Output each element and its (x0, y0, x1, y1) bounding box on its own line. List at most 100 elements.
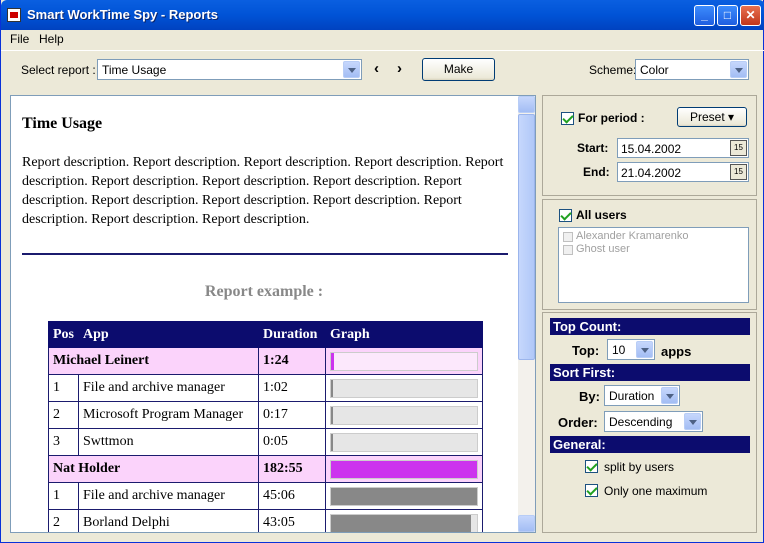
graph-cell (325, 374, 483, 402)
title-bar[interactable]: Smart WorkTime Spy - Reports _ □ ✕ (1, 0, 764, 30)
calendar-icon[interactable]: 15 (730, 164, 747, 180)
sort-by-value: Duration (609, 389, 655, 403)
graph-bar-fill (331, 379, 333, 397)
for-period-label: For period : (578, 111, 645, 125)
graph-cell (325, 455, 483, 483)
divider (22, 253, 508, 255)
scheme-select-value: Color (640, 63, 669, 77)
table-row: 1 File and archive manager 1:02 (48, 374, 483, 402)
top-label: Top: (572, 343, 600, 358)
duration-cell: 0:05 (258, 428, 326, 456)
user-checkbox (563, 245, 573, 255)
column-header: Pos (48, 321, 79, 348)
general-header: General: (550, 436, 750, 453)
top-count-value: 10 (612, 343, 626, 357)
chevron-down-icon[interactable] (684, 413, 701, 430)
column-header: Graph (325, 321, 483, 348)
vertical-scrollbar[interactable] (518, 96, 535, 532)
graph-cell (325, 347, 483, 375)
only-one-maximum-checkbox[interactable] (585, 484, 598, 497)
split-by-users-checkbox[interactable] (585, 460, 598, 473)
select-report-label: Select report : (21, 63, 96, 77)
graph-bar (330, 459, 478, 479)
chevron-down-icon: ▾ (728, 110, 735, 124)
user-row: Michael Leinert 1:24 (48, 347, 483, 375)
table-row: 1 File and archive manager 45:06 (48, 482, 483, 510)
next-report-button[interactable]: › (397, 60, 402, 77)
graph-bar-fill (331, 433, 333, 451)
app-cell: File and archive manager (78, 482, 259, 510)
graph-cell (325, 509, 483, 532)
sort-order-select[interactable]: Descending (604, 411, 703, 432)
chevron-down-icon[interactable] (661, 387, 678, 404)
user-row: Nat Holder 182:55 (48, 455, 483, 483)
chevron-down-icon[interactable] (343, 61, 360, 78)
app-cell: File and archive manager (78, 374, 259, 402)
column-header: Duration (258, 321, 326, 348)
report-select[interactable]: Time Usage (97, 59, 362, 80)
by-label: By: (579, 389, 600, 404)
graph-bar (330, 351, 478, 371)
duration-cell: 1:24 (258, 347, 326, 375)
sort-by-select[interactable]: Duration (604, 385, 680, 406)
split-by-users-label: split by users (604, 460, 675, 474)
user-item: Alexander Kramarenko (576, 230, 689, 242)
graph-bar-fill (331, 352, 334, 370)
menu-file[interactable]: File (10, 32, 29, 46)
sort-first-header: Sort First: (550, 364, 750, 381)
pos-cell: 2 (48, 509, 79, 532)
top-count-select[interactable]: 10 (607, 339, 655, 360)
graph-bar (330, 432, 478, 452)
duration-cell: 1:02 (258, 374, 326, 402)
duration-cell: 45:06 (258, 482, 326, 510)
period-group: For period : Preset ▾ Start: 15.04.2002 … (542, 95, 757, 196)
maximize-icon[interactable]: □ (717, 5, 738, 26)
table-row: 3 Swttmon 0:05 (48, 428, 483, 456)
end-label: End: (583, 165, 610, 179)
calendar-icon[interactable]: 15 (730, 140, 747, 156)
user-item: Ghost user (576, 243, 630, 255)
graph-bar-fill (331, 406, 333, 424)
chevron-down-icon[interactable] (730, 61, 747, 78)
report-title: Time Usage (22, 115, 103, 132)
app-icon (7, 8, 21, 22)
report-table: Pos App Duration Graph Michael Leinert 1:… (48, 321, 483, 532)
make-button[interactable]: Make (422, 58, 495, 81)
pos-cell: 1 (48, 482, 79, 510)
graph-cell (325, 428, 483, 456)
only-one-maximum-label: Only one maximum (604, 484, 708, 498)
toolbar: Select report : Time Usage ‹ › Make Sche… (1, 50, 764, 88)
scroll-down-icon[interactable] (518, 515, 535, 532)
minimize-icon[interactable]: _ (694, 5, 715, 26)
report-preview: Time Usage Report description. Report de… (10, 95, 536, 533)
chevron-down-icon[interactable] (636, 341, 653, 358)
end-date-field[interactable]: 21.04.2002 15 (617, 162, 749, 182)
user-name-cell: Nat Holder (48, 455, 259, 483)
user-name-cell: Michael Leinert (48, 347, 259, 375)
scheme-select[interactable]: Color (635, 59, 749, 80)
duration-cell: 43:05 (258, 509, 326, 532)
prev-report-button[interactable]: ‹ (374, 60, 379, 77)
menu-help[interactable]: Help (39, 32, 64, 46)
end-date-value: 21.04.2002 (621, 166, 682, 180)
table-header-row: Pos App Duration Graph (48, 321, 483, 348)
scroll-up-icon[interactable] (518, 96, 535, 113)
graph-bar-fill (331, 460, 477, 478)
graph-bar (330, 405, 478, 425)
all-users-label: All users (576, 208, 627, 222)
start-label: Start: (577, 141, 609, 155)
users-list[interactable]: Alexander Kramarenko Ghost user (558, 227, 749, 303)
preset-button[interactable]: Preset ▾ (677, 107, 747, 127)
scroll-thumb[interactable] (518, 114, 535, 360)
order-label: Order: (558, 415, 598, 430)
duration-cell: 0:17 (258, 401, 326, 429)
graph-cell (325, 401, 483, 429)
graph-bar (330, 486, 478, 506)
for-period-checkbox[interactable] (561, 112, 574, 125)
close-icon[interactable]: ✕ (740, 5, 761, 26)
all-users-checkbox[interactable] (559, 209, 572, 222)
start-date-field[interactable]: 15.04.2002 15 (617, 138, 749, 158)
users-group: All users Alexander Kramarenko Ghost use… (542, 199, 757, 310)
graph-bar (330, 513, 478, 532)
scheme-label: Scheme: (589, 63, 637, 77)
